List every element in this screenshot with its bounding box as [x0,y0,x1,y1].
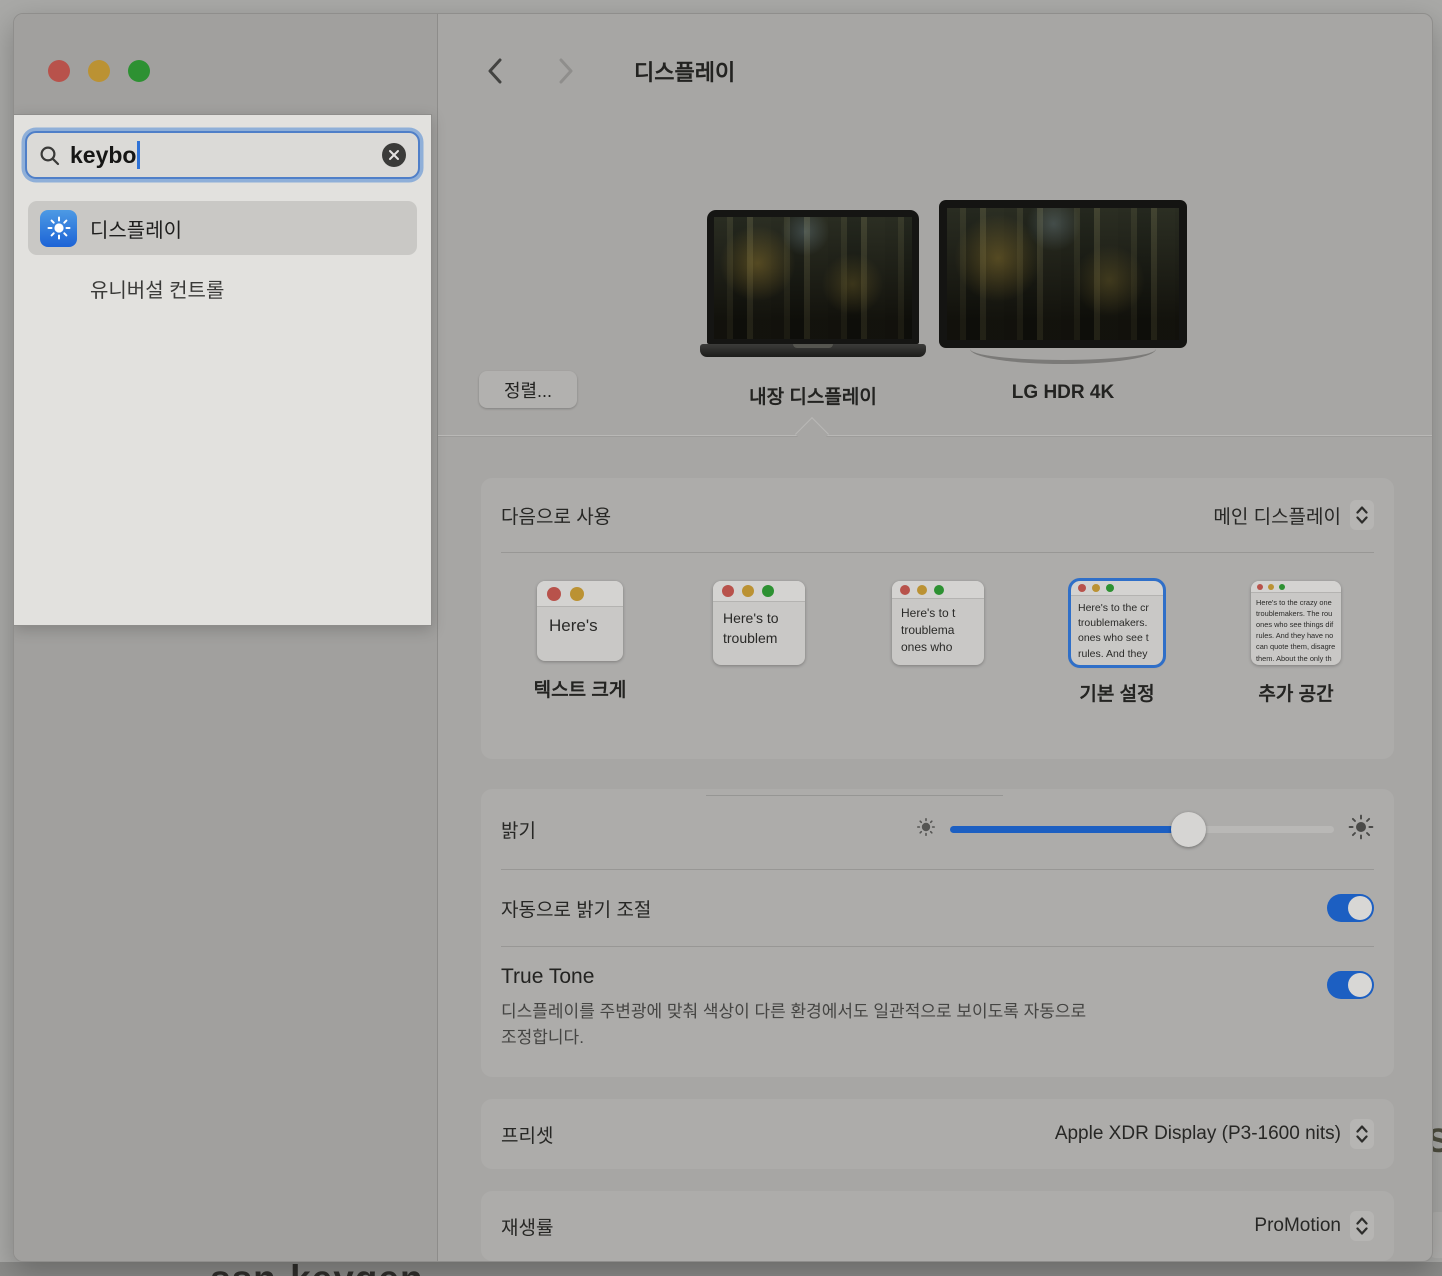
sidebar: keybo 디스플 [14,14,438,1261]
scaling-option-3[interactable]: Here's to t troublema ones who [868,581,1008,703]
auto-brightness-toggle[interactable] [1327,894,1374,922]
close-button[interactable] [48,60,70,82]
brightness-slider-knob[interactable] [1171,812,1206,847]
external-display-label: LG HDR 4K [939,382,1187,404]
preset-row: 프리셋 Apple XDR Display (P3-1600 nits) [481,1099,1394,1169]
navigation-bar: 디스플레이 [438,48,1433,94]
search-result-label: 유니버설 컨트롤 [90,274,224,303]
search-result-displays[interactable]: 디스플레이 [28,201,417,255]
use-as-dropdown[interactable]: 메인 디스플레이 [1213,500,1374,530]
use-as-label: 다음으로 사용 [501,502,611,529]
scaling-option-label: 추가 공간 [1258,679,1333,703]
scaling-option-default[interactable]: Here's to the cr troublemakers. ones who… [1047,581,1187,703]
builtin-display-thumbnail[interactable] [700,210,926,357]
refresh-rate-dropdown[interactable]: ProMotion [1254,1211,1374,1241]
preset-value: Apple XDR Display (P3-1600 nits) [1055,1123,1341,1145]
scaling-preview-text: Here's to the crazy one troublemakers. T… [1251,593,1341,665]
desktop-background: ssn-keygen [0,1262,1442,1276]
minimize-button[interactable] [88,60,110,82]
chevron-up-down-icon [1350,1211,1374,1241]
preset-dropdown[interactable]: Apple XDR Display (P3-1600 nits) [1055,1119,1374,1149]
true-tone-description: 디스플레이를 주변광에 맞춰 색상이 다른 환경에서도 일관적으로 보이도록 자… [501,999,1086,1052]
true-tone-label: True Tone [501,965,1086,989]
brightness-bright-icon [1348,814,1374,845]
external-display-thumbnail[interactable] [939,200,1187,364]
text-cursor [137,141,140,169]
search-result-label: 디스플레이 [90,214,182,243]
auto-brightness-label: 자동으로 밝기 조절 [501,895,651,922]
brightness-slider-fill [950,826,1188,833]
true-tone-row: True Tone 디스플레이를 주변광에 맞춰 색상이 다른 환경에서도 일관… [481,947,1394,1078]
scaling-preview-text: Here's [537,607,623,638]
search-input-value: keybo [70,142,136,169]
builtin-display-label: 내장 디스플레이 [701,382,925,409]
monitor-screen [939,200,1187,348]
laptop-screen [707,210,919,344]
use-as-value: 메인 디스플레이 [1213,502,1341,529]
refresh-rate-card: 재생률 ProMotion [481,1191,1394,1261]
brightness-card: 밝기 [481,789,1394,1077]
search-input[interactable]: keybo [25,131,420,179]
scaling-option-more-space[interactable]: Here's to the crazy one troublemakers. T… [1226,581,1366,703]
scaling-preview-text: Here's to troublem [713,602,805,648]
search-icon [39,145,60,166]
refresh-rate-label: 재생률 [501,1213,553,1240]
chevron-up-down-icon [1350,1119,1374,1149]
preset-label: 프리셋 [501,1121,553,1148]
background-window-text: ssn-keygen [210,1262,424,1276]
refresh-rate-value: ProMotion [1254,1215,1341,1237]
brightness-dim-icon [916,817,936,842]
page-title: 디스플레이 [634,55,735,87]
chevron-up-down-icon [1350,500,1374,530]
back-button[interactable] [472,49,516,93]
laptop-base [700,344,926,357]
search-results-panel: keybo 디스플 [14,114,432,626]
clear-search-icon[interactable] [382,143,406,167]
system-settings-window: keybo 디스플 [13,13,1433,1262]
brightness-row: 밝기 [481,789,1394,869]
scaling-preview-text: Here's to the cr troublemakers. ones who… [1071,596,1163,662]
display-brightness-icon [40,210,77,247]
auto-brightness-row: 자동으로 밝기 조절 [481,870,1394,946]
search-result-universal-control[interactable]: 유니버설 컨트롤 [28,261,417,315]
scaling-preview-text: Here's to t troublema ones who [892,599,984,655]
brightness-slider[interactable] [950,826,1334,833]
refresh-rate-row: 재생률 ProMotion [481,1191,1394,1261]
scaling-option-2[interactable]: Here's to troublem [689,581,829,703]
scaling-option-label: 텍스트 크게 [534,675,627,699]
zoom-button[interactable] [128,60,150,82]
display-settings-pane: 디스플레이 내장 디스플레이 LG HDR 4K 정렬... 다음으로 사용 메… [438,14,1433,1261]
monitor-stand [970,334,1156,364]
scaling-option-larger-text[interactable]: Here's 텍스트 크게 [510,581,650,699]
resolution-card: 다음으로 사용 메인 디스플레이 [481,478,1394,759]
selected-display-pointer [795,417,829,451]
arrange-button[interactable]: 정렬... [479,371,577,408]
scaling-option-label: 기본 설정 [1079,679,1154,703]
use-as-row: 다음으로 사용 메인 디스플레이 [481,478,1394,552]
forward-button[interactable] [544,49,588,93]
scaling-options: Here's 텍스트 크게 Here's to troublem [481,553,1394,759]
traffic-lights [48,60,150,82]
preset-card: 프리셋 Apple XDR Display (P3-1600 nits) [481,1099,1394,1169]
divider [438,435,1433,436]
brightness-label: 밝기 [501,816,536,843]
true-tone-toggle[interactable] [1327,971,1374,999]
